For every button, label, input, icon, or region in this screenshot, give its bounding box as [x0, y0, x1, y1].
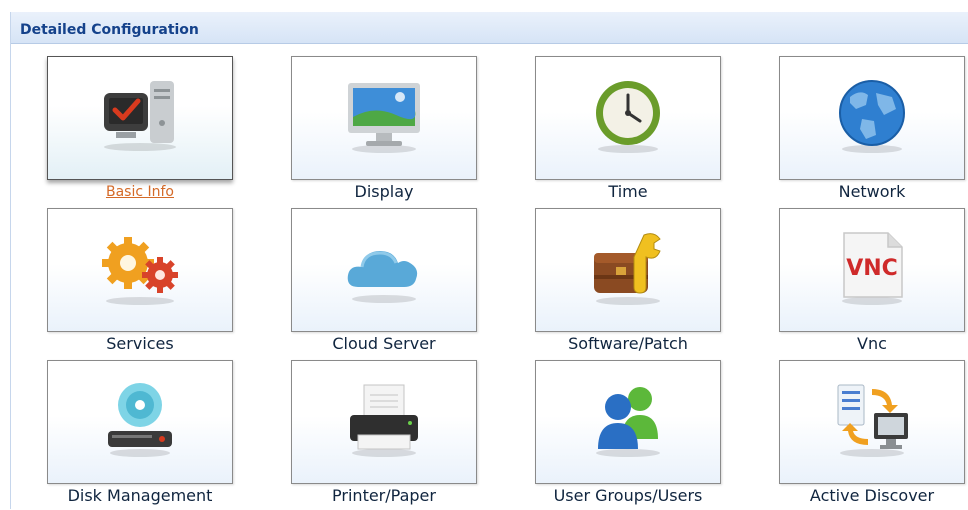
tile-basic-info[interactable]: Basic Info [47, 56, 233, 206]
monitor-icon [348, 83, 420, 153]
tile-button[interactable] [47, 360, 233, 484]
tile-display[interactable]: Display [291, 56, 477, 206]
tile-active-discover[interactable]: Active Discover [779, 360, 965, 510]
panel-title: Detailed Configuration [20, 22, 199, 38]
tile-label[interactable]: Vnc [759, 334, 968, 353]
tile-label[interactable]: Network [759, 182, 968, 201]
tile-label[interactable]: Disk Management [27, 486, 253, 505]
tile-label[interactable]: Active Discover [759, 486, 968, 505]
tile-button[interactable] [779, 360, 965, 484]
tile-time[interactable]: Time [535, 56, 721, 206]
tile-cloud-server[interactable]: Cloud Server [291, 208, 477, 358]
tile-network[interactable]: Network [779, 56, 965, 206]
tile-label[interactable]: Display [271, 182, 497, 201]
users-icon [596, 387, 660, 457]
vnc-document-icon: VNC [842, 232, 903, 305]
disk-drive-icon [108, 383, 172, 457]
printer-icon [350, 384, 418, 457]
tile-label[interactable]: User Groups/Users [515, 486, 741, 505]
tile-label[interactable]: Services [27, 334, 253, 353]
panel-header: Detailed Configuration [11, 12, 968, 44]
toolbox-wrench-icon [594, 233, 661, 305]
tile-disk-management[interactable]: Disk Management [47, 360, 233, 510]
tile-label[interactable]: Printer/Paper [271, 486, 497, 505]
tile-label[interactable]: Basic Info [27, 184, 253, 200]
tile-button[interactable] [47, 56, 233, 180]
tile-button[interactable] [535, 360, 721, 484]
tile-button[interactable] [291, 360, 477, 484]
gears-icon [102, 237, 178, 305]
tile-software-patch[interactable]: Software/Patch [535, 208, 721, 358]
server-sync-icon [837, 384, 908, 457]
vnc-icon-text: VNC [846, 256, 898, 281]
globe-icon [839, 80, 905, 153]
tile-printer-paper[interactable]: Printer/Paper [291, 360, 477, 510]
computer-check-icon [104, 81, 176, 151]
tile-button[interactable] [47, 208, 233, 332]
tile-button[interactable]: VNC [779, 208, 965, 332]
tile-label[interactable]: Time [515, 182, 741, 201]
tile-button[interactable] [291, 208, 477, 332]
tile-services[interactable]: Services [47, 208, 233, 358]
tile-button[interactable] [779, 56, 965, 180]
tile-button[interactable] [535, 208, 721, 332]
tile-label[interactable]: Software/Patch [515, 334, 741, 353]
cloud-icon [347, 251, 418, 303]
tile-user-groups-users[interactable]: User Groups/Users [535, 360, 721, 510]
clock-icon [596, 81, 660, 153]
tile-label[interactable]: Cloud Server [271, 334, 497, 353]
tile-vnc[interactable]: VNC Vnc [779, 208, 965, 358]
tile-button[interactable] [291, 56, 477, 180]
tile-button[interactable] [535, 56, 721, 180]
